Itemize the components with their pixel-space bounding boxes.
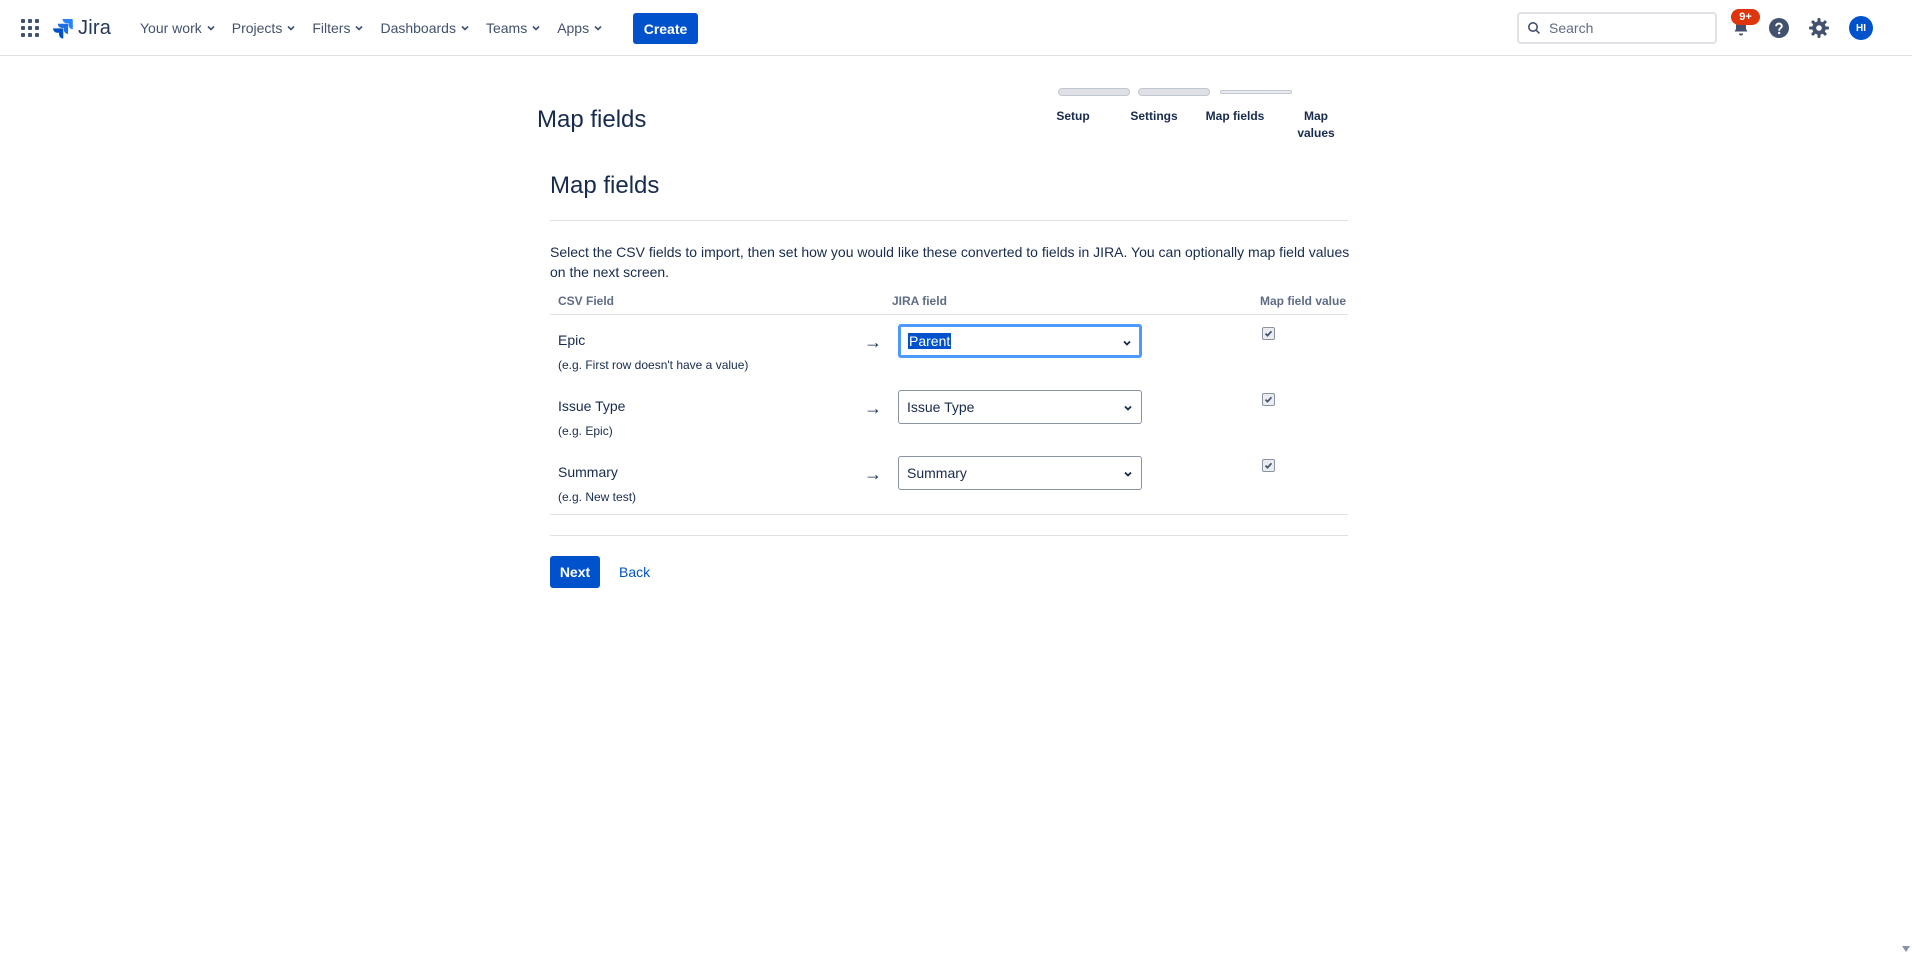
chevron-down-icon xyxy=(355,25,364,31)
divider xyxy=(550,220,1348,221)
nav-label: Dashboards xyxy=(380,20,456,36)
form-title: Map fields xyxy=(550,172,660,199)
settings-gear-icon xyxy=(1809,18,1829,38)
nav-projects[interactable]: Projects xyxy=(224,12,305,44)
step-bar-setup xyxy=(1058,88,1130,96)
checkmark-icon xyxy=(1264,462,1273,469)
help-icon xyxy=(1769,18,1789,38)
nav-label: Your work xyxy=(140,20,202,36)
search-icon xyxy=(1528,22,1540,34)
back-link[interactable]: Back xyxy=(619,564,650,580)
chevron-down-icon xyxy=(207,25,215,31)
jira-logo[interactable]: Jira xyxy=(52,16,111,40)
csv-field-name: Summary xyxy=(558,464,618,480)
jira-field-select[interactable]: Issue Type xyxy=(898,390,1142,424)
step-bar-settings xyxy=(1138,88,1210,96)
top-navigation: Jira Your work Projects Filters Dashboar… xyxy=(0,0,1912,56)
chevron-down-icon xyxy=(287,25,295,31)
search-input[interactable] xyxy=(1547,19,1707,37)
notifications-badge: 9+ xyxy=(1731,9,1760,25)
csv-field-name: Issue Type xyxy=(558,398,626,414)
jira-field-select[interactable]: Summary xyxy=(898,456,1142,490)
jira-field-value: Issue Type xyxy=(907,399,975,415)
csv-field-example: (e.g. First row doesn't have a value) xyxy=(558,358,749,372)
nav-dashboards[interactable]: Dashboards xyxy=(372,12,478,44)
step-map-values: Map values xyxy=(1297,109,1335,140)
csv-field-name: Epic xyxy=(558,332,586,348)
help-button[interactable] xyxy=(1765,14,1793,42)
create-button[interactable]: Create xyxy=(633,13,698,44)
arrow-right-icon: → xyxy=(864,398,882,418)
chevron-down-icon xyxy=(532,25,540,31)
step-bar-map-fields xyxy=(1220,90,1292,94)
chevron-down-icon xyxy=(1123,340,1131,346)
page-title: Map fields xyxy=(537,106,647,133)
actions-divider xyxy=(550,535,1348,536)
map-field-value-checkbox[interactable] xyxy=(1262,393,1275,406)
jira-field-value: Parent xyxy=(908,333,952,349)
nav-apps[interactable]: Apps xyxy=(549,12,611,44)
scroll-down-arrow-icon[interactable] xyxy=(1902,946,1910,952)
main-menu: Your work Projects Filters Dashboards Te… xyxy=(132,12,611,44)
app-switcher-icon[interactable] xyxy=(20,18,40,38)
nav-filters[interactable]: Filters xyxy=(304,12,372,44)
nav-your-work[interactable]: Your work xyxy=(132,12,224,44)
step-map-fields: Map fields xyxy=(1205,109,1265,123)
table-row: Summary (e.g. New test) → Summary xyxy=(550,456,1348,530)
jira-field-value: Summary xyxy=(907,465,967,481)
next-button[interactable]: Next xyxy=(550,556,600,588)
chevron-down-icon xyxy=(461,25,469,31)
chevron-down-icon xyxy=(594,25,602,31)
nav-label: Filters xyxy=(312,20,351,36)
map-field-value-checkbox[interactable] xyxy=(1262,327,1275,340)
map-field-value-checkbox[interactable] xyxy=(1262,459,1275,472)
column-header-csv-field: CSV Field xyxy=(558,294,615,308)
nav-label: Apps xyxy=(557,20,590,36)
progress-tracker: Setup Settings Map fields Map values xyxy=(1020,84,1360,144)
column-header-jira-field: JIRA field xyxy=(892,294,947,308)
logo-text: Jira xyxy=(78,16,112,39)
csv-field-example: (e.g. New test) xyxy=(558,490,637,504)
checkmark-icon xyxy=(1264,396,1273,403)
nav-teams[interactable]: Teams xyxy=(478,12,549,44)
nav-label: Teams xyxy=(485,20,528,36)
user-avatar[interactable]: HI xyxy=(1849,16,1873,40)
arrow-right-icon: → xyxy=(864,332,882,352)
jira-field-select[interactable]: Parent xyxy=(898,324,1142,358)
step-setup: Setup xyxy=(1056,109,1090,123)
table-row: Epic (e.g. First row doesn't have a valu… xyxy=(550,324,1348,398)
search-box[interactable] xyxy=(1517,12,1717,44)
form-description: Select the CSV fields to import, then se… xyxy=(550,244,1350,280)
column-header-map-field-value: Map field value xyxy=(1260,294,1347,308)
nav-label: Projects xyxy=(231,20,283,36)
step-settings: Settings xyxy=(1130,109,1178,123)
arrow-right-icon: → xyxy=(864,464,882,484)
chevron-down-icon xyxy=(1124,405,1132,411)
csv-field-example: (e.g. Epic) xyxy=(558,424,613,438)
table-row: Issue Type (e.g. Epic) → Issue Type xyxy=(550,390,1348,464)
table-bottom-divider xyxy=(550,514,1348,515)
chevron-down-icon xyxy=(1124,471,1132,477)
table-header-divider xyxy=(550,314,1348,315)
settings-button[interactable] xyxy=(1805,14,1833,42)
checkmark-icon xyxy=(1264,330,1273,337)
jira-logo-icon xyxy=(53,19,73,39)
